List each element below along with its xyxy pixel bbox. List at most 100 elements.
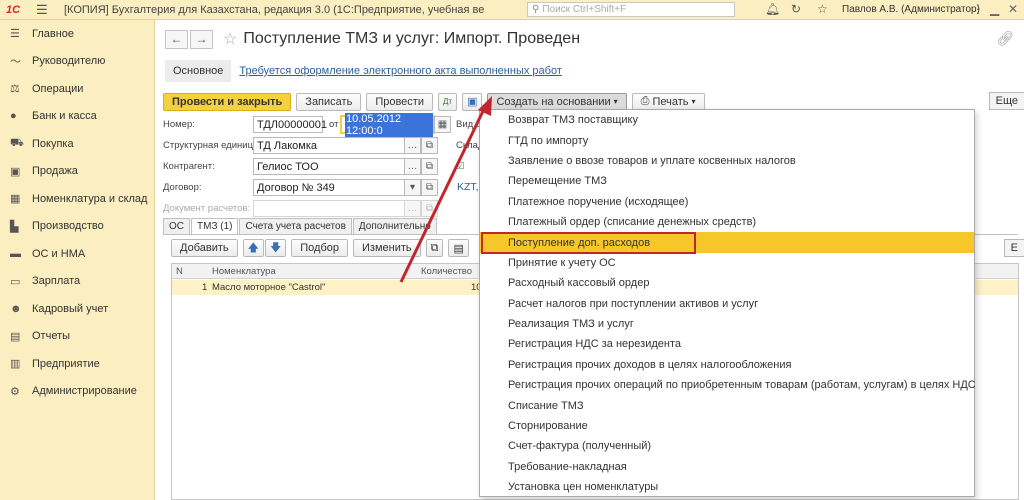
menu-item-invoice-received[interactable]: Счет-фактура (полученный) [480,436,974,456]
column-header-qty[interactable]: Количество [421,266,472,277]
table-more-button[interactable]: Е [1003,239,1024,257]
move-down-button[interactable]: 🡇 [264,239,287,257]
add-button[interactable]: Добавить [171,239,238,257]
counterparty-label: Контрагент: [163,161,215,172]
contract-open-button[interactable]: ⧉ [421,179,438,196]
forward-button[interactable]: → [190,29,213,49]
structure-button[interactable]: ▣ [462,92,483,111]
history-icon[interactable]: ↻ [791,2,801,16]
copy-button[interactable]: ⧉ [425,239,444,257]
create-based-on-button[interactable]: Создать на основании ▾ [487,92,627,111]
tab-os[interactable]: ОС [163,218,190,234]
menu-item-transfer[interactable]: Перемещение ТМЗ [480,171,974,191]
print-button[interactable]: ⎙ Печать ▾ [631,92,705,111]
menu-item-payment-order-out[interactable]: Платежное поручение (исходящее) [480,192,974,212]
sidebar-item-production[interactable]: ▙ Производство [0,213,154,241]
link-icon[interactable]: 🔗︎ [996,30,1014,47]
minimize-icon[interactable]: ▁ [990,2,999,16]
save-button[interactable]: Записать [296,92,362,111]
post-and-close-button[interactable]: Провести и закрыть [163,92,292,111]
sidebar-item-warehouse[interactable]: ▦ Номенклатура и склад [0,185,154,213]
menu-item-write-off[interactable]: Списание ТМЗ [480,395,974,415]
arrow-right-icon: → [195,32,208,46]
change-button[interactable]: Изменить [353,239,421,257]
row-number: 1 [202,282,208,293]
back-button[interactable]: ← [165,29,188,49]
sidebar-item-purchase[interactable]: ⛟ Покупка [0,130,154,158]
sidebar-item-reports[interactable]: ▤ Отчеты [0,323,154,351]
settlement-doc-select-button[interactable]: … [404,200,421,217]
unit-select-button[interactable]: … [404,137,421,154]
menu-item-other-income[interactable]: Регистрация прочих доходов в целях налог… [480,355,974,375]
open-icon: ⧉ [425,161,434,172]
user-name[interactable]: Павлов А.В. (Администратор) [842,4,980,15]
tab-additional[interactable]: Дополнительно [352,218,437,234]
sidebar-item-manager[interactable]: 〜 Руководителю [0,48,154,76]
arrow-up-icon: 🡅 [247,241,259,254]
search-input[interactable]: ⚲ Поиск Ctrl+Shift+F [527,2,735,17]
dt-kt-button[interactable]: Дт [437,92,458,111]
contract-field[interactable]: Договор № 349 [253,179,405,196]
menu-item-vat-nonresident[interactable]: Регистрация НДС за нерезидента [480,334,974,354]
menu-item-reversal[interactable]: Сторнирование [480,416,974,436]
notice-link[interactable]: Требуется оформление электронного акта в… [239,65,561,77]
sidebar-item-operations[interactable]: ⚖ Операции [0,75,154,103]
bell-icon[interactable]: 🔔︎ [765,2,780,16]
menu-item-return-to-supplier[interactable]: Возврат ТМЗ поставщику [480,110,974,130]
sidebar-item-sales[interactable]: ▣ Продажа [0,158,154,186]
copy-icon: ⧉ [430,241,439,254]
top-bar: 1С ☰ [КОПИЯ] Бухгалтерия для Казахстана,… [0,0,1024,20]
tab-settlement-accounts[interactable]: Счета учета расчетов [239,218,352,234]
date-field[interactable]: 10.05.2012 12:00:0 [340,112,435,137]
settlement-doc-open-button[interactable]: ⧉ [421,200,438,217]
form-tabs: ОС ТМЗ (1) Счета учета расчетов Дополнит… [163,218,438,234]
favorite-star-icon[interactable]: ☆ [223,29,237,49]
pick-button[interactable]: Подбор [291,239,348,257]
counterparty-select-button[interactable]: … [404,158,421,175]
contract-dropdown-button[interactable]: ▾ [404,179,421,196]
menu-item-import-declaration[interactable]: Заявление о ввозе товаров и уплате косве… [480,151,974,171]
move-up-button[interactable]: 🡅 [242,239,264,257]
close-icon[interactable]: ✕ [1008,2,1018,16]
app-logo: 1С [6,3,21,16]
star-icon[interactable]: ☆ [817,2,828,16]
column-header-item[interactable]: Номенклатура [212,266,276,277]
sidebar-item-salary[interactable]: ▭ Зарплата [0,268,154,296]
settlement-doc-label: Документ расчетов: [163,203,251,214]
column-header-n[interactable]: N [176,266,183,277]
operations-icon: ⚖ [10,83,20,96]
sidebar-item-bank[interactable]: ● Банк и касса [0,103,154,131]
sidebar-item-hr[interactable]: ☻ Кадровый учет [0,295,154,323]
menu-item-asset-acceptance[interactable]: Принятие к учету ОС [480,253,974,273]
sidebar-item-admin[interactable]: ⚙ Администрирование [0,378,154,406]
menu-dots-icon[interactable]: ⋮ [972,2,984,16]
more-button[interactable]: Еще [988,92,1024,110]
sidebar-item-assets[interactable]: ▬ ОС и НМА [0,240,154,268]
menu-item-requisition[interactable]: Требование-накладная [480,457,974,477]
currency-link[interactable]: KZT, [457,181,479,193]
calendar-button[interactable]: ▦ [434,116,451,133]
counterparty-field[interactable]: Гелиос ТОО [253,158,405,175]
paste-button[interactable]: ▤ [448,239,469,257]
counterparty-open-button[interactable]: ⧉ [421,158,438,175]
tab-main[interactable]: Основное [165,60,232,82]
checkbox-checked-icon[interactable]: ☑ [456,161,465,172]
menu-item-set-prices[interactable]: Установка цен номенклатуры [480,477,974,497]
post-button[interactable]: Провести [366,92,433,111]
settlement-doc-field[interactable] [253,200,405,217]
chart-line-icon: 〜 [10,56,21,69]
unit-field[interactable]: ТД Лакомка [253,137,405,154]
menu-item-other-operations-vat[interactable]: Регистрация прочих операций по приобрете… [480,375,976,395]
menu-item-gtd-import[interactable]: ГТД по импорту [480,130,974,150]
main-menu-icon[interactable]: ☰ [36,2,54,18]
sidebar-item-enterprise[interactable]: ▥ Предприятие [0,350,154,378]
unit-open-button[interactable]: ⧉ [421,137,438,154]
menu-item-sales[interactable]: Реализация ТМЗ и услуг [480,314,974,334]
tab-tmz[interactable]: ТМЗ (1) [191,218,239,234]
menu-item-cash-out-order[interactable]: Расходный кассовый ордер [480,273,974,293]
arrow-left-icon: ← [170,32,183,46]
menu-item-payment-order[interactable]: Платежный ордер (списание денежных средс… [480,212,974,232]
number-field[interactable]: ТДЛ00000001 [253,116,327,133]
menu-item-tax-calculation[interactable]: Расчет налогов при поступлении активов и… [480,294,974,314]
sidebar-item-main[interactable]: ☰ Главное [0,20,154,48]
